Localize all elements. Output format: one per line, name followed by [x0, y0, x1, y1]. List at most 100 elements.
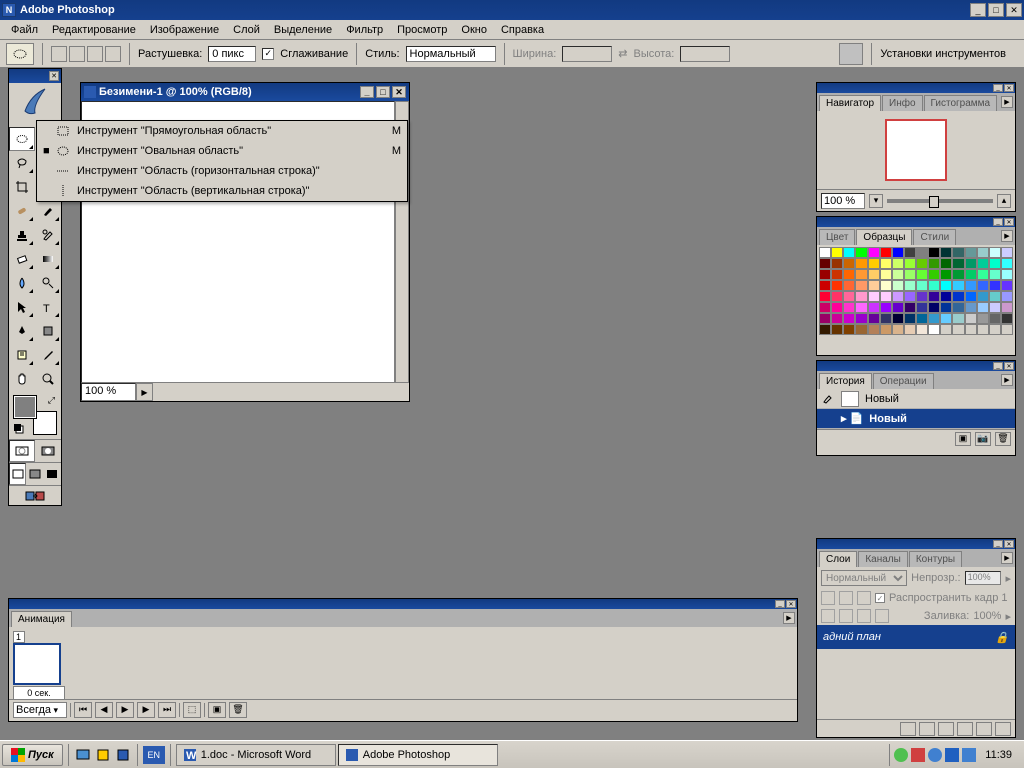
swatch-cell[interactable]	[977, 269, 989, 280]
tab-history[interactable]: История	[819, 373, 872, 389]
history-state[interactable]: ▸ 📄 Новый	[817, 409, 1015, 429]
shape-tool[interactable]	[35, 319, 61, 343]
panel-close-icon[interactable]: ✕	[786, 600, 796, 608]
swatch-cell[interactable]	[989, 291, 1001, 302]
swatch-cell[interactable]	[928, 302, 940, 313]
swatch-cell[interactable]	[916, 291, 928, 302]
swatch-cell[interactable]	[831, 302, 843, 313]
swatch-cell[interactable]	[965, 302, 977, 313]
swatch-cell[interactable]	[868, 291, 880, 302]
screen-standard-icon[interactable]	[9, 463, 26, 485]
swatch-cell[interactable]	[880, 313, 892, 324]
next-frame-icon[interactable]: ▶	[137, 702, 155, 718]
swatch-cell[interactable]	[831, 247, 843, 258]
menu-file[interactable]: Файл	[4, 22, 45, 38]
quickmask-mode-icon[interactable]	[35, 440, 61, 462]
swatch-cell[interactable]	[843, 324, 855, 335]
swatch-cell[interactable]	[989, 302, 1001, 313]
swatch-cell[interactable]	[928, 269, 940, 280]
toolbox-close-icon[interactable]: ✕	[49, 71, 59, 81]
new-layer-icon[interactable]	[976, 722, 992, 736]
swatch-cell[interactable]	[1001, 313, 1013, 324]
panel-close-icon[interactable]: ✕	[1004, 218, 1014, 226]
swatch-cell[interactable]	[916, 247, 928, 258]
antialias-checkbox[interactable]: ✓	[262, 48, 274, 60]
panel-close-icon[interactable]: ✕	[1004, 84, 1014, 92]
swatch-cell[interactable]	[952, 280, 964, 291]
swatch-cell[interactable]	[1001, 258, 1013, 269]
crop-tool[interactable]	[9, 175, 35, 199]
swatch-cell[interactable]	[940, 291, 952, 302]
eraser-tool[interactable]	[9, 247, 35, 271]
swatch-cell[interactable]	[965, 258, 977, 269]
tab-styles[interactable]: Стили	[913, 229, 956, 245]
current-tool-icon[interactable]	[6, 43, 34, 65]
swatch-cell[interactable]	[977, 313, 989, 324]
standard-mode-icon[interactable]	[9, 440, 35, 462]
swatch-cell[interactable]	[831, 258, 843, 269]
doc-maximize-button[interactable]: □	[376, 86, 390, 98]
menu-window[interactable]: Окно	[454, 22, 494, 38]
panel-menu-icon[interactable]: ▶	[1001, 230, 1013, 242]
panel-minimize-icon[interactable]: _	[775, 600, 785, 608]
zoom-tool[interactable]	[35, 367, 61, 391]
swatch-cell[interactable]	[855, 269, 867, 280]
panel-menu-icon[interactable]: ▶	[1001, 374, 1013, 386]
swatch-cell[interactable]	[940, 258, 952, 269]
document-zoom-input[interactable]: 100 %	[81, 383, 136, 401]
swatch-cell[interactable]	[831, 291, 843, 302]
last-frame-icon[interactable]: ⏭	[158, 702, 176, 718]
tab-actions[interactable]: Операции	[873, 373, 934, 389]
swatch-cell[interactable]	[892, 324, 904, 335]
swatch-cell[interactable]	[928, 313, 940, 324]
swatch-cell[interactable]	[928, 258, 940, 269]
tab-histogram[interactable]: Гистограмма	[924, 95, 998, 111]
swatch-cell[interactable]	[965, 313, 977, 324]
hand-tool[interactable]	[9, 367, 35, 391]
layer-mask-icon[interactable]	[919, 722, 935, 736]
swatch-cell[interactable]	[952, 302, 964, 313]
swatch-cell[interactable]	[880, 324, 892, 335]
swatch-cell[interactable]	[868, 258, 880, 269]
swatch-cell[interactable]	[819, 247, 831, 258]
swatch-cell[interactable]	[989, 269, 1001, 280]
delete-layer-icon[interactable]	[995, 722, 1011, 736]
brush-tool[interactable]	[35, 199, 61, 223]
minimize-button[interactable]: _	[970, 3, 986, 17]
swatch-cell[interactable]	[880, 258, 892, 269]
swatch-cell[interactable]	[855, 258, 867, 269]
swatch-cell[interactable]	[977, 258, 989, 269]
swatch-cell[interactable]	[965, 280, 977, 291]
language-indicator[interactable]: EN	[143, 746, 165, 764]
tray-icon-3[interactable]	[928, 748, 942, 762]
swatch-cell[interactable]	[928, 324, 940, 335]
quicklaunch-desktop-icon[interactable]	[74, 746, 92, 764]
swatch-cell[interactable]	[977, 324, 989, 335]
swatch-cell[interactable]	[940, 313, 952, 324]
panel-menu-icon[interactable]: ▶	[1001, 96, 1013, 108]
swatch-cell[interactable]	[880, 269, 892, 280]
swatch-cell[interactable]	[880, 280, 892, 291]
layer-style-icon[interactable]	[900, 722, 916, 736]
swatch-cell[interactable]	[940, 247, 952, 258]
swatch-cell[interactable]	[989, 247, 1001, 258]
type-tool[interactable]: T	[35, 295, 61, 319]
new-snapshot-icon[interactable]: 📷	[975, 432, 991, 446]
jump-to-imageready-icon[interactable]	[9, 485, 61, 505]
swatch-cell[interactable]	[831, 280, 843, 291]
swatch-cell[interactable]	[1001, 324, 1013, 335]
swatch-cell[interactable]	[855, 313, 867, 324]
flyout-item-vrow[interactable]: Инструмент "Область (вертикальная строка…	[37, 181, 407, 201]
swatch-cell[interactable]	[1001, 269, 1013, 280]
default-colors-icon[interactable]	[13, 423, 25, 435]
swatch-cell[interactable]	[843, 313, 855, 324]
task-word[interactable]: W 1.doc - Microsoft Word	[176, 744, 336, 766]
swatch-cell[interactable]	[843, 258, 855, 269]
swatch-cell[interactable]	[819, 302, 831, 313]
pen-tool[interactable]	[9, 319, 35, 343]
lasso-tool[interactable]	[9, 151, 35, 175]
swatch-cell[interactable]	[831, 324, 843, 335]
panel-menu-icon[interactable]: ▶	[783, 612, 795, 624]
tab-paths[interactable]: Контуры	[909, 551, 962, 567]
navigator-preview[interactable]	[817, 111, 1015, 189]
